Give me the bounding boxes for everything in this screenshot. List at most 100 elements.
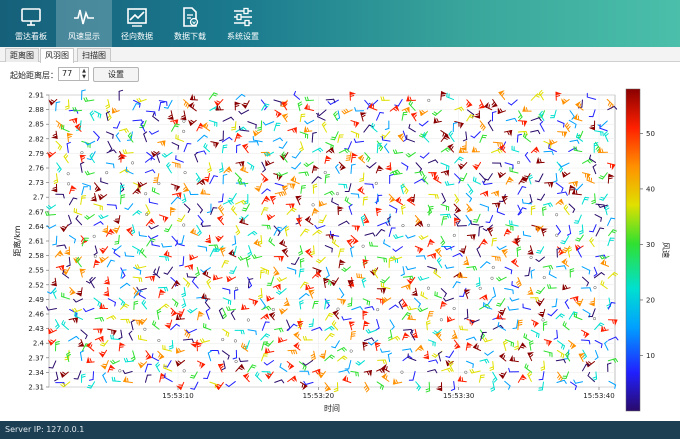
barb-feather: [140, 277, 143, 283]
colorbar-tick-label: 10: [646, 352, 655, 360]
barb-feather: [318, 221, 323, 224]
barb-feather: [372, 183, 374, 189]
barb-feather: [114, 240, 120, 243]
barb-feather: [365, 388, 370, 393]
y-tick-label: 2.88: [28, 106, 44, 114]
barb-feather: [351, 331, 356, 333]
barb-feather: [190, 388, 195, 390]
line-chart-icon: [127, 8, 147, 27]
barb-feather: [588, 269, 591, 275]
barb-feather: [218, 200, 223, 203]
colorbar: [625, 88, 641, 412]
barb-staff: [478, 277, 481, 286]
barb-feather: [308, 323, 314, 326]
barb-feather: [325, 174, 330, 176]
barb-feather: [124, 377, 127, 383]
barb-feather: [379, 111, 385, 114]
barb-staff: [313, 245, 315, 255]
barb-feather: [224, 260, 230, 262]
barb-feather: [518, 319, 523, 322]
barb-feather: [417, 386, 421, 391]
y-tick-label: 2.43: [28, 325, 44, 333]
nav-system-settings[interactable]: 系统设置: [215, 0, 271, 47]
barb-staff: [208, 244, 218, 246]
y-tick-label: 2.67: [28, 208, 44, 216]
nav-wind-speed[interactable]: 风速显示: [56, 0, 112, 47]
barb-feather: [540, 91, 544, 96]
barb-staff: [182, 256, 185, 266]
barb-feather: [504, 232, 510, 235]
barb-feather: [461, 377, 464, 382]
barb-feather: [112, 334, 115, 340]
barb-feather: [201, 363, 204, 368]
barb-feather: [499, 142, 502, 147]
barb-feather: [563, 131, 566, 137]
barb-staff: [376, 143, 379, 154]
barb-feather: [351, 163, 356, 166]
nav-data-download[interactable]: 数据下载: [162, 0, 218, 47]
barb-feather: [151, 186, 154, 192]
barb-feather: [610, 217, 616, 220]
barb-feather: [74, 311, 76, 317]
y-tick-label: 2.64: [28, 223, 44, 231]
barb-feather: [458, 179, 464, 182]
barb-staff: [516, 134, 519, 143]
barb-feather: [114, 243, 119, 245]
barb-feather: [459, 376, 462, 382]
barb-staff: [145, 110, 156, 113]
download-document-icon: [183, 7, 199, 27]
barb-staff: [415, 255, 425, 257]
barb-feather: [153, 187, 156, 193]
nav-radar-dashboard[interactable]: 雷达看板: [3, 0, 59, 47]
barb-feather: [521, 198, 524, 204]
barb-feather: [293, 90, 297, 96]
barb-staff: [402, 328, 412, 331]
barb-feather: [301, 185, 306, 187]
barb-feather: [492, 237, 497, 240]
nav-radial-data[interactable]: 径向数据: [109, 0, 165, 47]
top-toolbar: 雷达看板 风速显示 径向数据 数据下载 系统设置: [0, 0, 680, 47]
y-tick-label: 2.52: [28, 281, 44, 289]
y-tick-label: 2.31: [28, 384, 44, 392]
set-button[interactable]: 设置: [93, 67, 139, 82]
barb-staff: [466, 308, 469, 319]
spin-down-icon[interactable]: ▼: [80, 74, 88, 80]
barb-feather: [201, 189, 204, 195]
barb-feather: [281, 240, 283, 245]
barb-feather: [486, 103, 488, 108]
barb-staff: [362, 172, 365, 182]
y-tick-label: 2.58: [28, 252, 44, 260]
barb-staff: [311, 132, 314, 143]
barb-staff: [55, 235, 58, 245]
barb-feather: [333, 389, 339, 393]
waveform-icon: [74, 9, 94, 25]
barb-staff: [187, 276, 197, 278]
y-tick-label: 2.82: [28, 135, 44, 143]
barb-feather: [257, 241, 260, 246]
y-tick-label: 2.79: [28, 150, 44, 158]
barb-feather: [521, 120, 524, 126]
barb-feather: [248, 278, 254, 280]
barb-staff: [112, 380, 121, 383]
barb-staff: [120, 195, 122, 205]
start-distance-label: 起始距离层：: [10, 71, 58, 80]
barb-feather: [425, 390, 431, 393]
barb-feather: [477, 345, 479, 350]
spin-arrows[interactable]: ▲ ▼: [79, 68, 88, 80]
barb-feather: [199, 362, 202, 367]
barb-staff: [239, 360, 249, 362]
y-tick-label: 2.37: [28, 354, 44, 362]
tab-wind-barb[interactable]: 风羽图: [40, 48, 74, 63]
barb-feather: [459, 177, 465, 180]
start-distance-spinbox[interactable]: 77 ▲ ▼: [58, 67, 89, 81]
tab-scan-map[interactable]: 扫描图: [77, 48, 111, 62]
colorbar-label: 风速: [661, 242, 670, 258]
barb-feather: [138, 320, 141, 325]
barb-feather: [325, 299, 330, 302]
barb-feather: [356, 273, 358, 278]
colorbar-ticks: 10 20 30 40 50: [640, 130, 655, 360]
barb-feather: [260, 269, 266, 271]
tab-distance-map[interactable]: 距离图: [5, 48, 39, 62]
x-axis-label: 时间: [324, 403, 340, 413]
y-tick-label: 2.73: [28, 179, 44, 187]
